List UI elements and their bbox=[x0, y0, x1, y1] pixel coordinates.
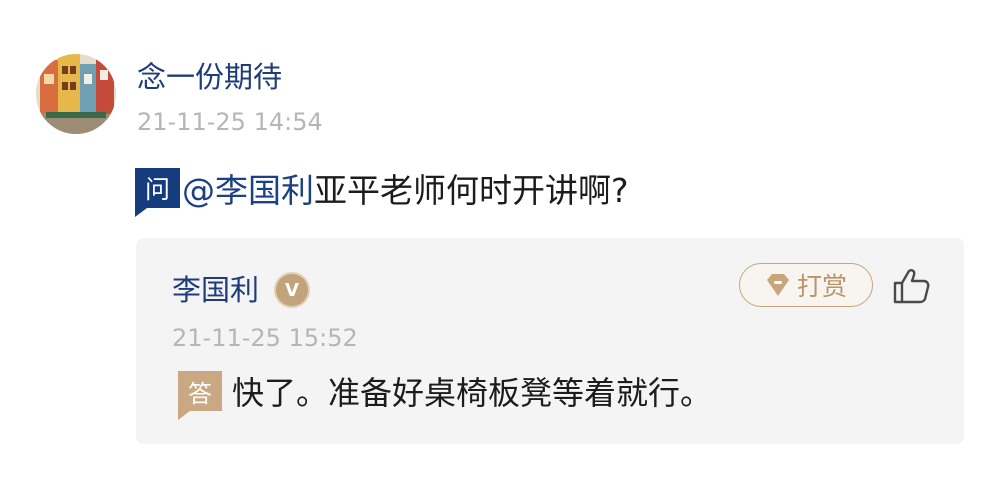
verified-badge-label: V bbox=[285, 279, 299, 301]
answer-user-name[interactable]: 李国利 bbox=[172, 270, 259, 310]
question-badge-label: 问 bbox=[144, 175, 170, 204]
answer-badge-tail bbox=[178, 411, 190, 420]
answer-card: 李国利 V 打赏 21-11-25 15:52 答 快了。准备好桌椅板凳等着就行… bbox=[136, 238, 964, 444]
mention-link[interactable]: @李国利 bbox=[182, 164, 314, 212]
answer-badge: 答 bbox=[178, 371, 222, 420]
thumbs-up-icon[interactable] bbox=[891, 267, 931, 309]
question-row: 问 @李国利 亚平老师何时开讲啊? bbox=[135, 164, 629, 217]
answer-row: 答 快了。准备好桌椅板凳等着就行。 bbox=[178, 368, 713, 420]
question-user-name[interactable]: 念一份期待 bbox=[137, 57, 282, 97]
answer-badge-label: 答 bbox=[188, 379, 212, 408]
question-badge: 问 bbox=[135, 168, 180, 217]
answer-text: 快了。准备好桌椅板凳等着就行。 bbox=[232, 374, 713, 412]
question-timestamp: 21-11-25 14:54 bbox=[137, 108, 323, 136]
avatar-image bbox=[36, 54, 116, 134]
answer-timestamp: 21-11-25 15:52 bbox=[172, 324, 358, 352]
question-text: 亚平老师何时开讲啊? bbox=[314, 171, 629, 210]
tip-button-label: 打赏 bbox=[796, 272, 847, 301]
question-avatar[interactable] bbox=[36, 54, 116, 134]
verified-v-icon: V bbox=[276, 274, 308, 306]
tip-button[interactable]: 打赏 bbox=[739, 263, 873, 307]
diamond-icon bbox=[765, 273, 791, 297]
question-badge-tail bbox=[135, 208, 147, 217]
